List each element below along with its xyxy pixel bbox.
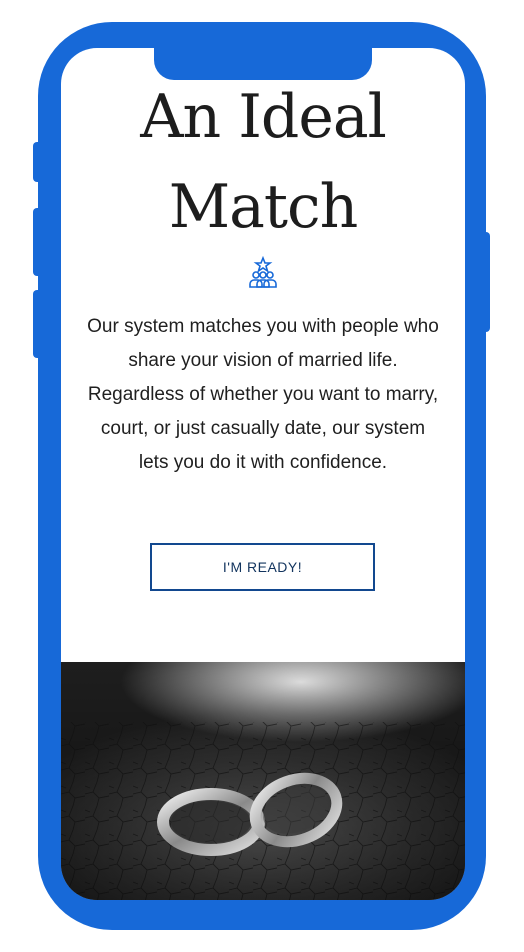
title-line-1: An Ideal [140,82,387,152]
page-title: An Ideal Match [61,72,465,252]
phone-notch [154,22,372,80]
wedding-rings-photo [61,662,465,900]
couple-star-icon [246,255,280,290]
description-text: Our system matches you with people who s… [87,316,439,473]
phone-screen: An Ideal Match Our system matches you wi… [61,48,465,900]
im-ready-button[interactable]: I'M READY! [150,543,375,591]
title-line-2: Match [168,172,359,242]
